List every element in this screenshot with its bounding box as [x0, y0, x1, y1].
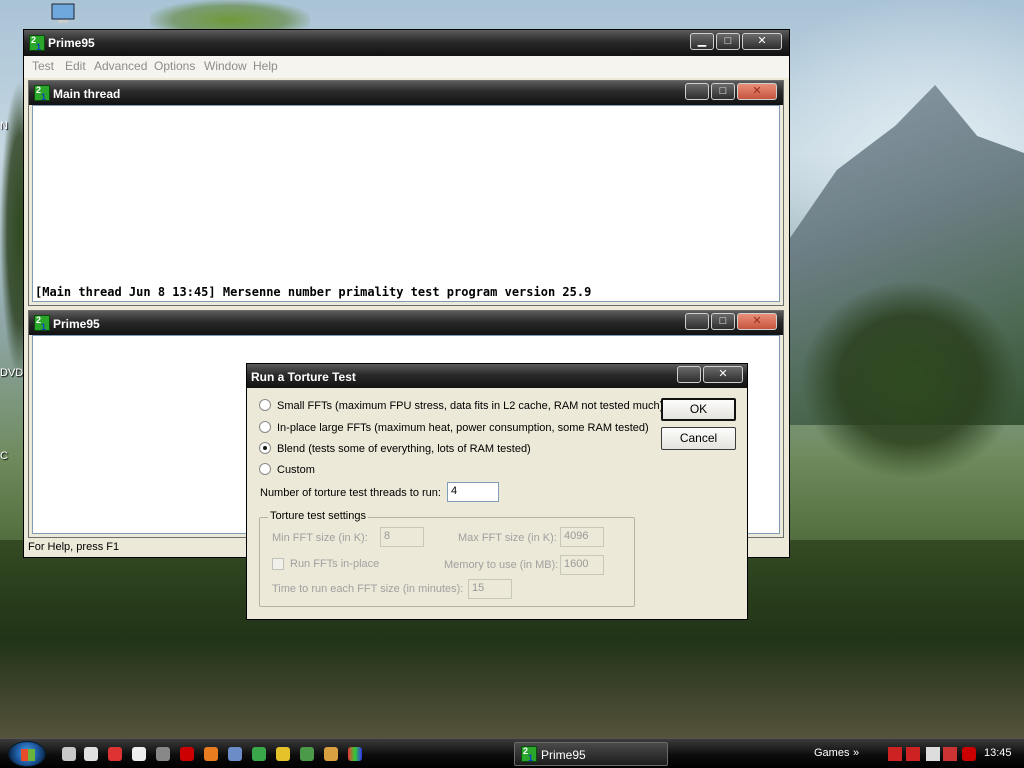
games-toolbar[interactable]: Games — [814, 747, 849, 759]
toolbar-chevron[interactable]: » — [853, 747, 859, 759]
radio-label: In-place large FFTs (maximum heat, power… — [277, 422, 649, 434]
child-titlebar[interactable]: 21 Prime95 □ ✕ — [29, 311, 783, 335]
tray-app-icon[interactable] — [888, 747, 902, 761]
clock[interactable]: 13:45 — [984, 747, 1012, 759]
tray-app-icon[interactable] — [943, 747, 957, 761]
radio-label: Custom — [277, 464, 315, 476]
radio-button[interactable] — [259, 442, 271, 454]
task-label: Prime95 — [541, 748, 586, 762]
maximize-button[interactable]: □ — [716, 33, 740, 50]
log-area[interactable]: [Main thread Jun 8 13:45] Mersenne numbe… — [32, 105, 780, 302]
dialog-titlebar[interactable]: Run a Torture Test ✕ — [247, 364, 747, 388]
prime95-icon: 21 — [29, 35, 45, 52]
close-button[interactable]: ✕ — [742, 33, 782, 50]
threads-label: Number of torture test threads to run: — [260, 487, 441, 499]
prime95-icon: 21 — [34, 85, 50, 102]
time-input[interactable]: 15 — [468, 579, 512, 599]
maximize-button[interactable]: □ — [711, 313, 735, 330]
taskbar-item-prime95[interactable]: 21 Prime95 — [514, 742, 668, 766]
main-thread-window: 21 Main thread □ ✕ [Main thread Jun 8 13… — [28, 80, 784, 306]
memory-label: Memory to use (in MB): — [444, 559, 559, 571]
radio-label: Small FFTs (maximum FPU stress, data fit… — [277, 400, 664, 412]
gear-icon[interactable] — [132, 747, 146, 761]
inplace-label: Run FFTs in-place — [290, 558, 380, 570]
cancel-button[interactable]: Cancel — [661, 427, 736, 450]
child-titlebar[interactable]: 21 Main thread □ ✕ — [29, 81, 783, 105]
taskbar: 21 Prime95 Games » 13:45 — [0, 738, 1024, 768]
max-fft-input[interactable]: 4096 — [560, 527, 604, 547]
radio-label: Blend (tests some of everything, lots of… — [277, 443, 531, 455]
windows-flag-icon — [21, 749, 35, 761]
radio-custom[interactable]: Custom — [259, 463, 315, 481]
system-info-icon[interactable] — [84, 747, 98, 761]
radio-large-ffts[interactable]: In-place large FFTs (maximum heat, power… — [259, 421, 649, 439]
maximize-button[interactable]: □ — [711, 83, 735, 100]
minimize-button[interactable] — [677, 366, 701, 383]
minimize-button[interactable] — [685, 83, 709, 100]
start-button[interactable] — [8, 741, 46, 767]
steam-icon[interactable] — [156, 747, 170, 761]
app-icon[interactable] — [228, 747, 242, 761]
radio-button[interactable] — [259, 421, 271, 433]
ccleaner-icon[interactable] — [108, 747, 122, 761]
window-titlebar[interactable]: 21 Prime95 ▁ □ ✕ — [24, 30, 789, 56]
threads-input[interactable]: 4 — [447, 482, 499, 502]
show-desktop-icon[interactable] — [62, 747, 76, 761]
desktop-icon-label: DVD — [0, 367, 24, 379]
desktop-icon-label: N — [0, 120, 8, 132]
network-icon[interactable] — [252, 747, 266, 761]
child-title: Main thread — [53, 87, 121, 101]
inplace-checkbox[interactable] — [272, 558, 284, 570]
min-fft-input[interactable]: 8 — [380, 527, 424, 547]
minimize-button[interactable]: ▁ — [690, 33, 714, 50]
log-line: [Main thread Jun 8 13:45] Mersenne numbe… — [35, 285, 592, 299]
firefox-icon[interactable] — [204, 747, 218, 761]
min-fft-label: Min FFT size (in K): — [272, 532, 368, 544]
menu-edit[interactable]: Edit — [65, 59, 86, 73]
radio-button[interactable] — [259, 463, 271, 475]
close-button[interactable]: ✕ — [703, 366, 743, 383]
volume-icon[interactable] — [926, 747, 940, 761]
max-fft-label: Max FFT size (in K): — [458, 532, 557, 544]
menu-advanced[interactable]: Advanced — [94, 59, 147, 73]
child-title: Prime95 — [53, 317, 100, 331]
grid-app-icon[interactable] — [348, 747, 362, 761]
media-player-icon[interactable] — [276, 747, 290, 761]
desktop-icon-label: C — [0, 450, 8, 462]
antivirus-icon[interactable] — [180, 747, 194, 761]
ok-button[interactable]: OK — [661, 398, 736, 421]
computer-icon[interactable] — [48, 2, 80, 26]
menu-test[interactable]: Test — [32, 59, 54, 73]
close-button[interactable]: ✕ — [737, 83, 777, 100]
prime95-icon: 21 — [34, 315, 50, 332]
torture-test-dialog: Run a Torture Test ✕ Small FFTs (maximum… — [246, 363, 748, 620]
menu-window[interactable]: Window — [204, 59, 247, 73]
group-title: Torture test settings — [268, 510, 368, 522]
minimize-button[interactable] — [685, 313, 709, 330]
antivirus-tray-icon[interactable] — [962, 747, 976, 761]
radio-small-ffts[interactable]: Small FFTs (maximum FPU stress, data fit… — [259, 399, 663, 417]
dialog-title: Run a Torture Test — [251, 370, 356, 384]
menu-help[interactable]: Help — [253, 59, 278, 73]
menu-bar: Test Edit Advanced Options Window Help — [24, 56, 789, 78]
torture-settings-group: Torture test settings Min FFT size (in K… — [259, 510, 635, 607]
radio-button[interactable] — [259, 399, 271, 411]
radio-blend[interactable]: Blend (tests some of everything, lots of… — [259, 442, 531, 460]
folder-icon[interactable] — [300, 747, 314, 761]
tool-icon[interactable] — [324, 747, 338, 761]
window-title: Prime95 — [48, 36, 95, 50]
time-label: Time to run each FFT size (in minutes): — [272, 583, 464, 595]
close-button[interactable]: ✕ — [737, 313, 777, 330]
memory-input[interactable]: 1600 — [560, 555, 604, 575]
tray-app-icon[interactable] — [906, 747, 920, 761]
menu-options[interactable]: Options — [154, 59, 195, 73]
wallpaper-palm — [800, 280, 1020, 480]
prime95-icon: 21 — [521, 746, 537, 763]
